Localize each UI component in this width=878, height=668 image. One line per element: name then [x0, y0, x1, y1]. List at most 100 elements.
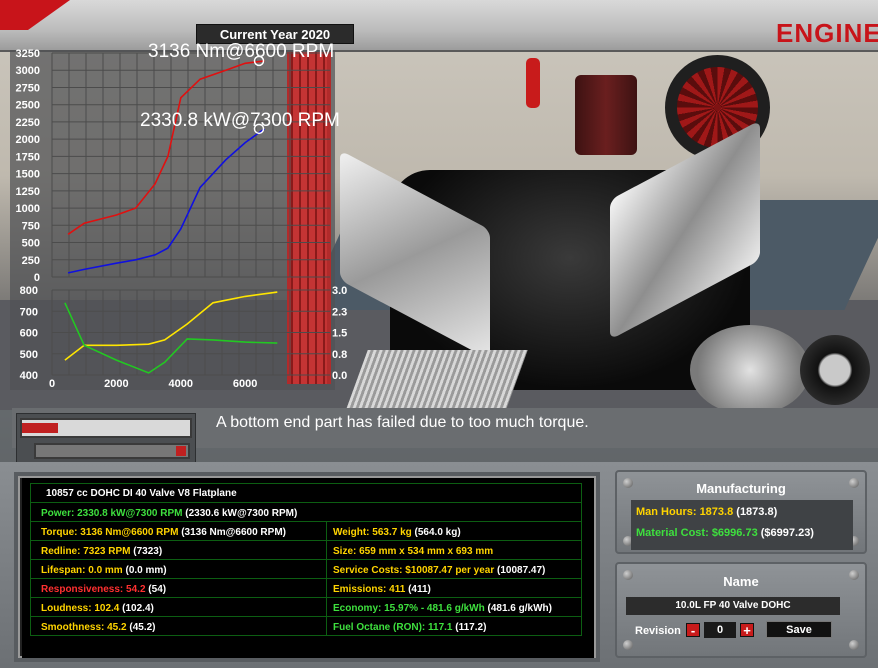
rivet-icon — [849, 640, 859, 650]
y-tick-label: 700 — [20, 306, 38, 318]
x-tick-label: 6000 — [233, 378, 257, 390]
stat-row: Size: 659 mm x 534 mm x 693 mm — [333, 542, 493, 561]
stat-row: Weight: 563.7 kg (564.0 kg) — [333, 523, 461, 542]
stat-label: Weight: — [333, 527, 370, 538]
rivet-icon — [623, 640, 633, 650]
y-tick-label: 0 — [34, 272, 40, 284]
revision-label: Revision — [635, 625, 681, 637]
grid-line — [581, 483, 582, 635]
stat-row: Lifespan: 0.0 mm (0.0 mm) — [41, 561, 167, 580]
stat-row: Redline: 7323 RPM (7323) — [41, 542, 162, 561]
stat-row: Service Costs: $10087.47 per year (10087… — [333, 561, 545, 580]
stat-label: Service Costs: — [333, 565, 403, 576]
stat-label: Responsiveness: — [41, 584, 124, 595]
stat-label: Lifespan: — [41, 565, 86, 576]
x-tick-label: 2000 — [104, 378, 128, 390]
stat-value: $10087.47 per year — [405, 565, 495, 576]
y2-tick-label: 0.8 — [332, 349, 347, 361]
stat-row: Responsiveness: 54.2 (54) — [41, 580, 166, 599]
stat-label: Smoothness: — [41, 622, 105, 633]
stat-extra: (481.6 g/kWh) — [487, 603, 552, 614]
stat-extra: (10087.47) — [497, 565, 546, 576]
series-line-power — [67, 128, 265, 274]
engine-spec-heading: 10857 cc DOHC DI 40 Valve V8 Flatplane — [46, 488, 237, 499]
y-tick-label: 750 — [22, 220, 40, 232]
y-tick-label: 1000 — [16, 203, 40, 215]
y-tick-label: 2000 — [16, 134, 40, 146]
stat-label: Emissions: — [333, 584, 387, 595]
material-cost-extra: ($6997.23) — [760, 527, 814, 539]
stat-row: Torque: 3136 Nm@6600 RPM (3136 Nm@6600 R… — [41, 523, 286, 542]
stat-value: 15.97% - 481.6 g/kWh — [384, 603, 485, 614]
y-tick-label: 1500 — [16, 169, 40, 181]
failure-message: A bottom end part has failed due to too … — [216, 414, 589, 431]
y-tick-label: 500 — [22, 238, 40, 250]
y-tick-label: 800 — [20, 285, 38, 297]
material-cost-label: Material Cost: — [636, 527, 709, 539]
stat-row: Smoothness: 45.2 (45.2) — [41, 618, 156, 637]
revision-decrement-button[interactable]: - — [686, 623, 700, 637]
y-tick-label: 3250 — [16, 48, 40, 60]
stat-extra: (564.0 kg) — [414, 527, 461, 538]
save-button[interactable]: Save — [766, 621, 832, 638]
stat-extra: (102.4) — [122, 603, 154, 614]
rpm-scrollbar[interactable] — [34, 443, 190, 459]
y-tick-label: 250 — [22, 255, 40, 267]
man-hours: Man Hours: 1873.8 (1873.8) — [636, 506, 777, 518]
stat-value: 659 mm x 534 mm x 693 mm — [359, 546, 494, 557]
man-hours-extra: (1873.8) — [736, 506, 778, 518]
stat-extra: (7323) — [133, 546, 163, 557]
y2-tick-label: 2.3 — [332, 306, 347, 318]
stat-value: 2330.8 kW@7300 RPM — [77, 508, 183, 519]
stat-value: 117.1 — [428, 622, 453, 633]
x-tick-label: 0 — [49, 378, 55, 390]
y-tick-label: 600 — [20, 328, 38, 340]
engine-name-field[interactable]: 10.0L FP 40 Valve DOHC — [626, 597, 840, 615]
stat-label: Economy: — [333, 603, 382, 614]
y-tick-label: 2250 — [16, 117, 40, 129]
x-tick-label: 4000 — [169, 378, 193, 390]
y-tick-label: 2500 — [16, 100, 40, 112]
torque-peak-label: 3136 Nm@6600 RPM — [148, 41, 334, 62]
stat-label: Torque: — [41, 527, 78, 538]
stat-extra: (0.0 mm) — [125, 565, 167, 576]
stat-value: 7323 RPM — [83, 546, 131, 557]
stat-label: Loudness: — [41, 603, 92, 614]
y2-tick-label: 1.5 — [332, 328, 347, 340]
stat-value: 0.0 mm — [88, 565, 123, 576]
rpm-slider[interactable] — [20, 418, 192, 438]
grid-line — [30, 483, 31, 635]
stat-extra: (45.2) — [129, 622, 156, 633]
y-tick-label: 3000 — [16, 65, 40, 77]
stat-extra: (411) — [408, 584, 431, 595]
stat-label: Redline: — [41, 546, 81, 557]
stat-value: 45.2 — [107, 622, 127, 633]
man-hours-label: Man Hours: — [636, 506, 697, 518]
stat-value: 411 — [389, 584, 406, 595]
stat-label: Size: — [333, 546, 357, 557]
stat-extra: (3136 Nm@6600 RPM) — [181, 527, 286, 538]
y2-tick-label: 3.0 — [332, 285, 347, 297]
power-peak-label: 2330.8 kW@7300 RPM — [140, 110, 340, 131]
stat-row: Loudness: 102.4 (102.4) — [41, 599, 154, 618]
y-tick-label: 400 — [20, 370, 38, 382]
stat-label: Fuel Octane (RON): — [333, 622, 426, 633]
engine-designer-screen: Current Year 2020 ENGINE D 3250300027502… — [0, 0, 878, 668]
stat-extra: (117.2) — [455, 622, 487, 633]
material-cost: Material Cost: $6996.73 ($6997.23) — [636, 527, 814, 539]
scroll-right-icon[interactable] — [176, 446, 186, 456]
revision-value: 0 — [704, 622, 736, 638]
stat-row: Fuel Octane (RON): 117.1 (117.2) — [333, 618, 486, 637]
y-tick-label: 1750 — [16, 151, 40, 163]
stat-row: Power: 2330.8 kW@7300 RPM (2330.6 kW@730… — [41, 504, 297, 523]
y-tick-label: 2750 — [16, 82, 40, 94]
stat-value: 102.4 — [94, 603, 120, 614]
y2-tick-label: 0.0 — [332, 370, 347, 382]
revision-increment-button[interactable]: + — [740, 623, 754, 637]
grid-line — [326, 521, 327, 635]
manufacturing-title: Manufacturing — [696, 481, 786, 496]
stat-row: Emissions: 411 (411) — [333, 580, 431, 599]
stat-value: 563.7 kg — [372, 527, 412, 538]
stat-extra: (54) — [148, 584, 167, 595]
name-title: Name — [723, 574, 759, 589]
